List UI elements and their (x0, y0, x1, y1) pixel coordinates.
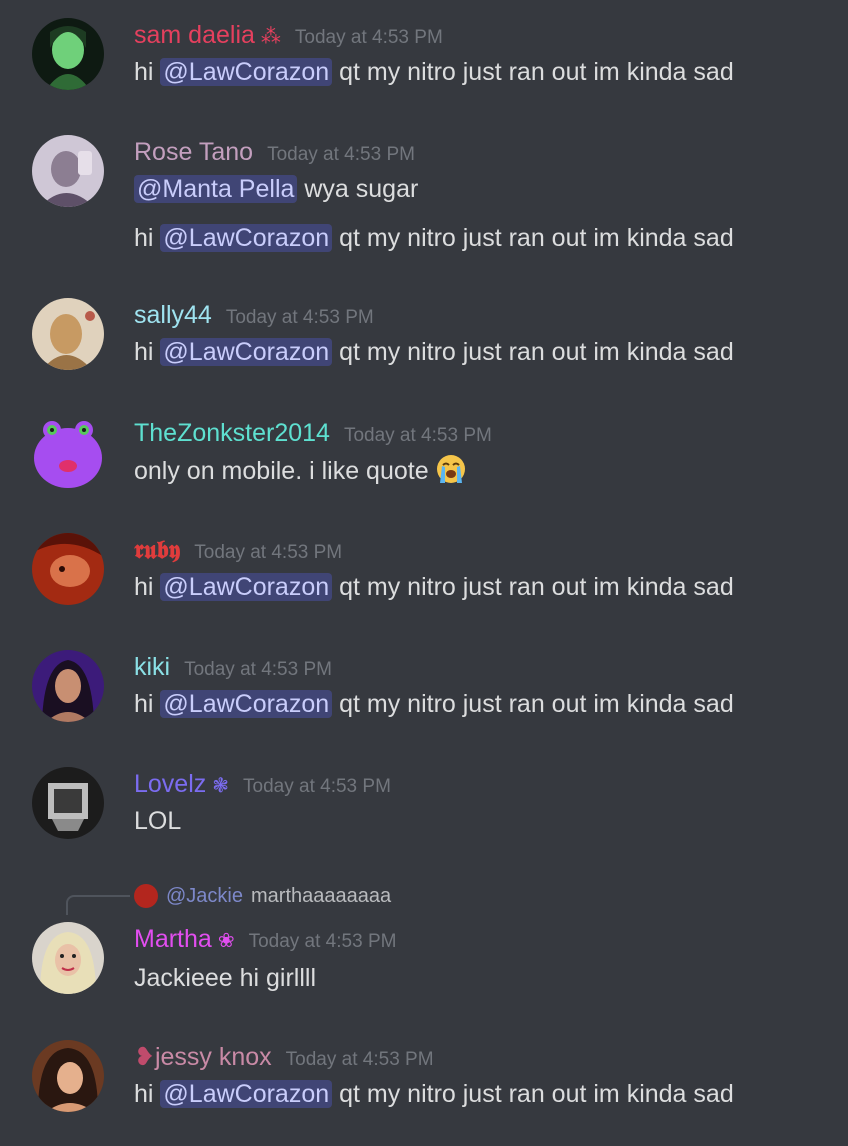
timestamp: Today at 4:53 PM (248, 931, 397, 952)
message-content: Jackieee hi girllll (134, 964, 317, 992)
avatar[interactable] (32, 922, 104, 994)
username[interactable]: Lovelz (134, 769, 206, 799)
role-badge-icon: ⁂ (260, 26, 281, 48)
loudly-crying-face-icon (435, 453, 467, 485)
username[interactable]: kiki (134, 652, 170, 682)
user-mention[interactable]: @LawCorazon (160, 1080, 333, 1108)
heart-icon: ❥ (134, 1043, 155, 1071)
timestamp: Today at 4:53 PM (194, 542, 343, 563)
message-content: hi @LawCorazon qt my nitro just ran out … (134, 690, 734, 718)
reply-spine (66, 895, 130, 915)
timestamp: Today at 4:53 PM (285, 1049, 434, 1070)
message-content: hi @LawCorazon qt my nitro just ran out … (134, 58, 734, 86)
avatar[interactable] (32, 18, 104, 90)
timestamp: Today at 4:53 PM (225, 307, 374, 328)
avatar[interactable] (32, 298, 104, 370)
role-badge-icon: ❃ (212, 775, 230, 797)
user-mention[interactable]: @LawCorazon (160, 224, 333, 252)
timestamp: Today at 4:53 PM (343, 425, 492, 446)
avatar[interactable] (32, 135, 104, 207)
user-mention[interactable]: @LawCorazon (160, 690, 333, 718)
username[interactable]: sam daelia (134, 20, 255, 50)
message-content: hi @LawCorazon qt my nitro just ran out … (134, 224, 734, 252)
reply-avatar (134, 884, 158, 908)
username[interactable]: Martha (134, 924, 212, 954)
user-mention[interactable]: @LawCorazon (160, 338, 333, 366)
message-content: only on mobile. i like quote (134, 453, 467, 488)
message-content: hi @LawCorazon qt my nitro just ran out … (134, 1080, 734, 1108)
avatar[interactable] (32, 1040, 104, 1112)
avatar[interactable] (32, 416, 104, 488)
avatar[interactable] (32, 767, 104, 839)
avatar[interactable] (32, 650, 104, 722)
chat-message-list: sam daelia ⁂ Today at 4:53 PM hi @LawCor… (0, 0, 848, 1146)
message-content: hi @LawCorazon qt my nitro just ran out … (134, 573, 734, 601)
reply-mention[interactable]: @Jackie (166, 885, 243, 908)
message-content: @Manta Pella wya sugar (134, 172, 418, 206)
user-mention[interactable]: @Manta Pella (134, 175, 298, 203)
user-mention[interactable]: @LawCorazon (160, 58, 333, 86)
username[interactable]: 𝖗𝖚𝖇𝖞 (134, 535, 180, 565)
user-mention[interactable]: @LawCorazon (160, 573, 333, 601)
timestamp: Today at 4:53 PM (294, 27, 443, 48)
avatar[interactable] (32, 533, 104, 605)
message-content: LOL (134, 807, 182, 835)
username[interactable]: Rose Tano (134, 137, 253, 167)
username[interactable]: TheZonkster2014 (134, 418, 330, 448)
username[interactable]: sally44 (134, 300, 212, 330)
reply-reference[interactable]: @Jackie marthaaaaaaaa (134, 882, 391, 910)
timestamp: Today at 4:53 PM (267, 144, 415, 165)
timestamp: Today at 4:53 PM (184, 659, 332, 680)
message-content: hi @LawCorazon qt my nitro just ran out … (134, 338, 734, 366)
username[interactable]: ❥jessy knox (134, 1042, 272, 1072)
role-badge-icon: ❀ (217, 930, 235, 952)
reply-preview-text: marthaaaaaaaa (251, 884, 392, 907)
timestamp: Today at 4:53 PM (243, 776, 391, 797)
